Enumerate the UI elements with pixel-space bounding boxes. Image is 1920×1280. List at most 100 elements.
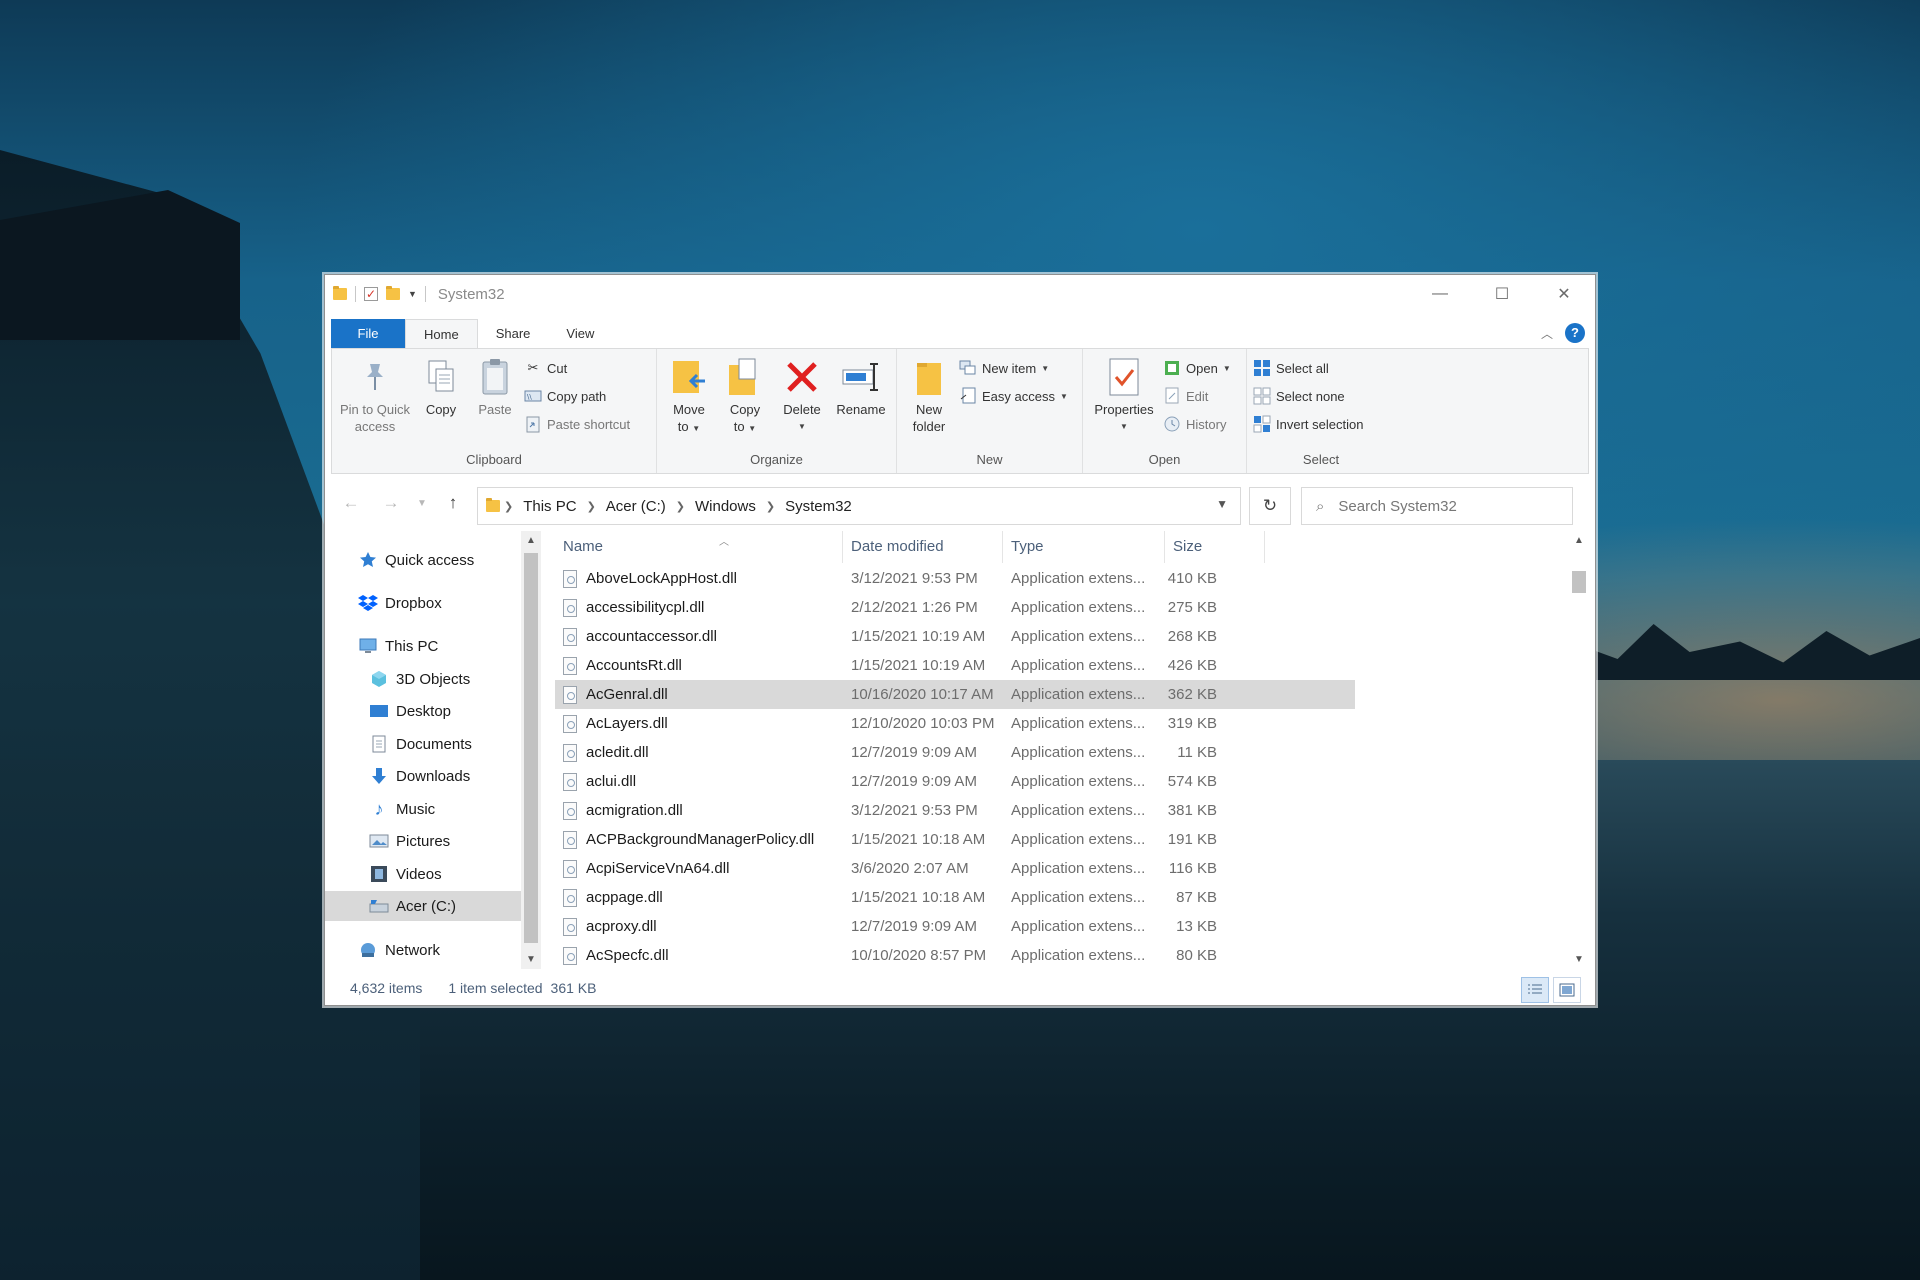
address-dropdown-chevron-icon[interactable]: ▼ (1216, 497, 1228, 511)
properties-button[interactable]: Properties ▼ (1089, 355, 1159, 435)
nav-item-desktop[interactable]: Desktop (325, 696, 521, 726)
copy-label: Copy (425, 402, 457, 417)
file-row[interactable]: acppage.dll 1/15/2021 10:18 AM Applicati… (555, 883, 1355, 912)
file-row[interactable]: AcpiServiceVnA64.dll 3/6/2020 2:07 AM Ap… (555, 854, 1355, 883)
nav-pane-scrollbar[interactable]: ▲ ▼ (521, 531, 541, 969)
breadcrumb-system32[interactable]: System32 (785, 498, 852, 515)
forward-arrow-icon[interactable]: → (371, 493, 411, 513)
nav-item-dropbox[interactable]: Dropbox (325, 588, 521, 618)
file-name: ACPBackgroundManagerPolicy.dll (586, 831, 815, 848)
easy-access-button[interactable]: Easy access ▼ (959, 385, 1068, 407)
collapse-ribbon-icon[interactable]: ︿ (1541, 325, 1553, 342)
breadcrumb-this-pc[interactable]: This PC (523, 498, 576, 515)
open-button[interactable]: Open ▼ (1163, 357, 1231, 379)
file-row[interactable]: acproxy.dll 12/7/2019 9:09 AM Applicatio… (555, 912, 1355, 941)
address-bar[interactable]: ❯ This PC ❯ Acer (C:) ❯ Windows ❯ System… (477, 487, 1241, 525)
nav-item-documents[interactable]: Documents (325, 729, 521, 759)
scroll-up-icon[interactable]: ▲ (1569, 535, 1589, 546)
nav-item-music[interactable]: ♪ Music (325, 794, 521, 824)
new-folder-qat-icon[interactable] (386, 286, 400, 300)
file-row[interactable]: AcSpecfc.dll 10/10/2020 8:57 PM Applicat… (555, 941, 1355, 970)
scroll-down-icon[interactable]: ▼ (521, 954, 541, 965)
file-row[interactable]: accountaccessor.dll 1/15/2021 10:19 AM A… (555, 622, 1355, 651)
nav-label: Music (396, 800, 436, 818)
scroll-down-icon[interactable]: ▼ (1569, 954, 1589, 965)
nav-item-videos[interactable]: Videos (325, 859, 521, 889)
delete-button[interactable]: Delete ▼ (775, 355, 829, 435)
nav-item-network[interactable]: Network (325, 935, 521, 965)
back-arrow-icon[interactable]: ← (331, 493, 371, 513)
breadcrumb-separator-icon[interactable]: ❯ (504, 500, 513, 513)
file-type: Application extens... (1011, 686, 1146, 703)
nav-item-downloads[interactable]: Downloads (325, 761, 521, 791)
file-row[interactable]: AboveLockAppHost.dll 3/12/2021 9:53 PM A… (555, 564, 1355, 593)
column-header-size[interactable]: Size (1165, 531, 1265, 563)
select-none-button[interactable]: Select none (1253, 385, 1363, 407)
item-count: 4,632 items (350, 980, 423, 996)
new-item-button[interactable]: New item ▼ (959, 357, 1068, 379)
paste-shortcut-button[interactable]: Paste shortcut (524, 413, 630, 435)
invert-selection-button[interactable]: Invert selection (1253, 413, 1363, 435)
breadcrumb-windows[interactable]: Windows (695, 498, 756, 515)
tab-file[interactable]: File (331, 319, 405, 349)
search-box[interactable]: ⌕ Search System32 (1301, 487, 1573, 525)
pin-to-quick-access-button[interactable]: Pin to Quick access (338, 355, 412, 435)
select-group: Select all Select none Invert selection … (1247, 349, 1395, 473)
column-header-type[interactable]: Type (1003, 531, 1165, 563)
scroll-up-icon[interactable]: ▲ (521, 535, 541, 546)
large-icons-view-button[interactable] (1553, 977, 1581, 1003)
scrollbar-thumb[interactable] (524, 553, 538, 943)
copy-path-button[interactable]: \\ Copy path (524, 385, 630, 407)
edit-button[interactable]: Edit (1163, 385, 1231, 407)
nav-item-quick-access[interactable]: Quick access (325, 545, 521, 575)
nav-item-acer-c[interactable]: Acer (C:) (325, 891, 521, 921)
cut-button[interactable]: ✂ Cut (524, 357, 630, 379)
copy-to-button[interactable]: Copy to ▼ (719, 355, 771, 437)
history-button[interactable]: History (1163, 413, 1231, 435)
file-row[interactable]: accessibilitycpl.dll 2/12/2021 1:26 PM A… (555, 593, 1355, 622)
tab-view[interactable]: View (548, 319, 612, 349)
properties-qat-icon[interactable]: ✓ (364, 287, 378, 301)
search-icon: ⌕ (1316, 497, 1325, 515)
tab-home[interactable]: Home (405, 319, 478, 349)
new-folder-button[interactable]: New folder (903, 355, 955, 435)
quick-access-toolbar: ✓ ▼ System32 (325, 275, 505, 313)
breadcrumb-separator-icon[interactable]: ❯ (587, 500, 596, 513)
file-row[interactable]: aclui.dll 12/7/2019 9:09 AM Application … (555, 767, 1355, 796)
nav-item-this-pc[interactable]: This PC (325, 631, 521, 661)
breadcrumb-separator-icon[interactable]: ❯ (676, 500, 685, 513)
maximize-button[interactable]: ☐ (1471, 275, 1533, 313)
customize-qat-dropdown-icon[interactable]: ▼ (408, 289, 417, 299)
file-row[interactable]: ACPBackgroundManagerPolicy.dll 1/15/2021… (555, 825, 1355, 854)
minimize-button[interactable]: — (1409, 275, 1471, 313)
file-row-selected[interactable]: AcGenral.dll 10/16/2020 10:17 AM Applica… (555, 680, 1355, 709)
nav-item-pictures[interactable]: Pictures (325, 826, 521, 856)
select-all-button[interactable]: Select all (1253, 357, 1363, 379)
file-row[interactable]: AccountsRt.dll 1/15/2021 10:19 AM Applic… (555, 651, 1355, 680)
file-row[interactable]: acledit.dll 12/7/2019 9:09 AM Applicatio… (555, 738, 1355, 767)
close-button[interactable]: ✕ (1533, 275, 1595, 313)
rename-button[interactable]: Rename (833, 355, 889, 418)
copy-button[interactable]: Copy (416, 355, 466, 418)
nav-item-3d-objects[interactable]: 3D Objects (325, 664, 521, 694)
file-row[interactable]: AcLayers.dll 12/10/2020 10:03 PM Applica… (555, 709, 1355, 738)
refresh-button[interactable]: ↻ (1249, 487, 1291, 525)
paste-button[interactable]: Paste (470, 355, 520, 418)
column-header-name[interactable]: Name ︿ (555, 531, 843, 563)
column-header-date[interactable]: Date modified (843, 531, 1003, 563)
recent-locations-chevron-icon[interactable]: ▼ (411, 498, 433, 509)
status-bar: 4,632 items 1 item selected 361 KB (325, 969, 1595, 1005)
file-list-scrollbar[interactable]: ▲ ▼ (1569, 531, 1589, 969)
file-name: AccountsRt.dll (586, 657, 682, 674)
breadcrumb-separator-icon[interactable]: ❯ (766, 500, 775, 513)
details-view-button[interactable] (1521, 977, 1549, 1003)
scrollbar-thumb[interactable] (1572, 571, 1586, 593)
easy-access-icon (959, 387, 977, 405)
file-row[interactable]: acmigration.dll 3/12/2021 9:53 PM Applic… (555, 796, 1355, 825)
help-icon[interactable]: ? (1565, 323, 1585, 343)
chevron-down-icon: ▼ (1222, 363, 1231, 373)
up-arrow-icon[interactable]: ↑ (433, 493, 473, 513)
tab-share[interactable]: Share (478, 319, 549, 349)
move-to-button[interactable]: Move to ▼ (663, 355, 715, 437)
breadcrumb-acer-c[interactable]: Acer (C:) (606, 498, 666, 515)
